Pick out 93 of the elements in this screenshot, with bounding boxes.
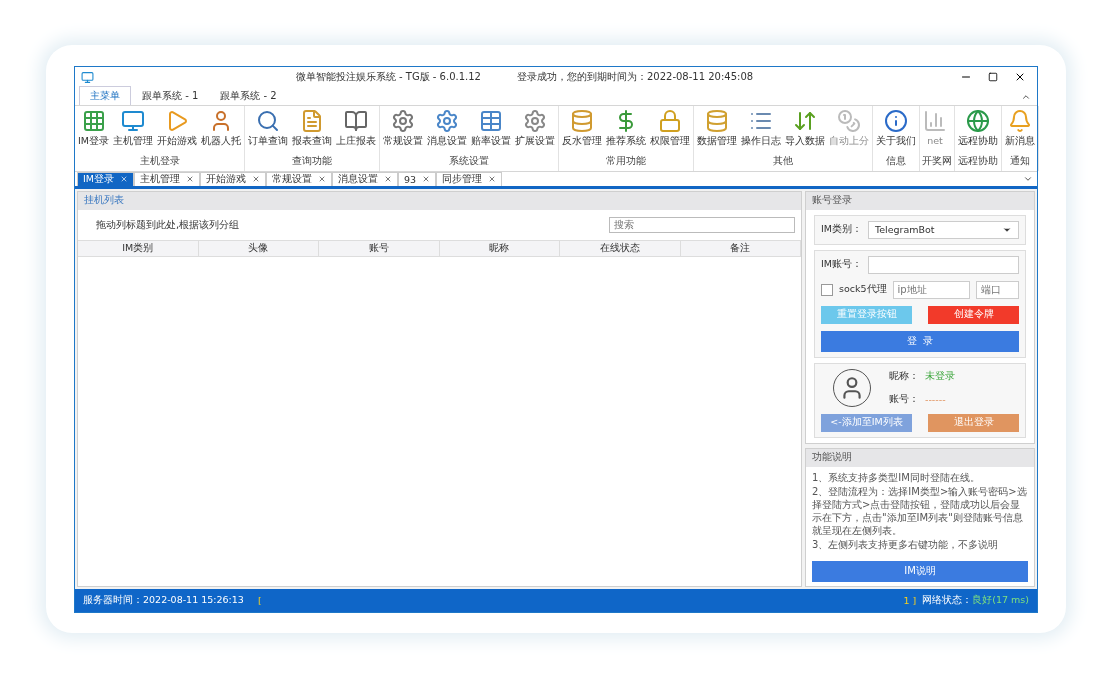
bracket-text: [ — [257, 594, 262, 606]
checkbox[interactable] — [821, 283, 833, 296]
globe-icon — [966, 108, 990, 133]
ribbon-button[interactable]: 赔率设置 — [470, 107, 512, 155]
app-logo-icon — [81, 70, 94, 84]
info-icon — [884, 108, 908, 133]
ribbon-button[interactable]: 推荐系统 — [605, 107, 647, 155]
ribbon-button[interactable]: 远程协助 — [957, 107, 999, 155]
ribbon-button[interactable]: 订单查询 — [247, 107, 289, 155]
database-icon — [570, 108, 594, 133]
ribbon-button[interactable]: 扩展设置 — [514, 107, 556, 155]
ribbon-button[interactable]: 关于我们 — [875, 107, 917, 155]
network-label: 网络状态： — [922, 593, 973, 607]
account-value: ------ — [925, 393, 946, 405]
nickname-value: 未登录 — [925, 369, 955, 383]
panel-header: 账号登录 — [806, 191, 1034, 210]
lock-icon — [658, 108, 682, 133]
column-header[interactable]: 昵称 — [439, 240, 560, 256]
column-header[interactable]: 头像 — [198, 240, 319, 256]
field-label: 昵称： — [889, 369, 919, 383]
document-icon — [300, 108, 324, 133]
port-field[interactable]: 端口 — [975, 280, 1019, 299]
panel-header: 功能说明 — [806, 448, 1034, 467]
ribbon-button[interactable]: 导入数据 — [784, 107, 826, 155]
ribbon-group-title: 远程协助 — [957, 154, 999, 168]
search-icon — [256, 108, 280, 133]
bell-icon — [1008, 108, 1032, 133]
network-value: 良好(17 ms) — [972, 593, 1029, 607]
checkbox-label: sock5代理 — [839, 283, 887, 296]
ribbon-button[interactable]: 报表查询 — [291, 107, 333, 155]
field-label: IM账号： — [821, 258, 862, 271]
ribbon-button[interactable]: 数据管理 — [696, 107, 738, 155]
settings-icon — [523, 108, 547, 133]
help-button[interactable]: IM说明 — [812, 560, 1028, 582]
server-time: 服务器时间：2022-08-11 15:26:13 — [83, 593, 244, 607]
close-icon[interactable] — [318, 175, 326, 183]
ribbon-group-title: 常用功能 — [605, 154, 647, 168]
account-field[interactable] — [868, 255, 1019, 274]
ribbon-button[interactable]: 开始游戏 — [156, 107, 198, 155]
ribbon-group-title: 主机登录 — [138, 154, 181, 168]
close-icon[interactable] — [422, 175, 431, 183]
help-text: 2、登陆流程为：选择IM类型>输入账号密码>选择登陆方式>点击登陆按钮，登陆成功以后会显示在下方，点击"添加至IM列表"则登陆账号信息就呈现在左侧列表。 — [812, 484, 1028, 537]
ribbon-group-title: 其他 — [772, 154, 794, 168]
column-header[interactable]: 备注 — [680, 240, 801, 256]
ribbon-button[interactable]: 常规设置 — [382, 107, 424, 155]
im-type-select[interactable]: TelegramBot — [868, 220, 1019, 239]
ribbon-button[interactable]: 主机管理 — [112, 107, 154, 155]
action-button[interactable]: 创建令牌 — [928, 305, 1019, 324]
column-header[interactable]: IM类别 — [78, 240, 199, 256]
ribbon-button[interactable]: 上庄报表 — [335, 107, 377, 155]
column-header[interactable]: 账号 — [319, 240, 440, 256]
monitor-icon — [121, 108, 145, 133]
ribbon-group-title: 系统设置 — [448, 154, 490, 168]
window-title: 微单智能投注娱乐系统 - TG版 - 6.0.1.12 — [295, 70, 481, 84]
ribbon-button[interactable]: 机器人托 — [200, 107, 242, 155]
group-hint: 拖动列标题到此处,根据该列分组 — [96, 217, 240, 232]
ribbon-button[interactable]: 新消息 — [1004, 107, 1036, 155]
ribbon-tab[interactable]: 跟单系统 - 1 — [131, 85, 210, 105]
ribbon-button[interactable]: 消息设置 — [426, 107, 468, 155]
close-icon[interactable] — [252, 175, 260, 183]
ribbon-button[interactable]: 权限管理 — [649, 107, 691, 155]
book-icon — [344, 108, 368, 133]
bar-chart-icon — [923, 108, 947, 133]
database-icon — [705, 108, 729, 133]
ribbon-group-title: 信息 — [885, 154, 907, 168]
table-icon — [479, 108, 503, 133]
ribbon-button[interactable]: 反水管理 — [561, 107, 603, 155]
grid-icon — [81, 108, 106, 133]
field-label: IM类别： — [821, 223, 862, 236]
field-label: 账号： — [889, 392, 919, 406]
ribbon-group-title: 开奖网 — [922, 154, 952, 168]
count-text: 1 ] — [903, 594, 917, 606]
login-button[interactable]: 登 录 — [821, 330, 1019, 352]
ribbon-group-title: 查询功能 — [291, 154, 333, 168]
close-icon[interactable] — [186, 175, 194, 183]
maximize-icon — [988, 72, 998, 82]
ribbon-group-title: 通知 — [1009, 154, 1031, 168]
close-icon[interactable] — [488, 175, 497, 183]
close-icon — [1014, 71, 1026, 83]
login-notice: 登录成功，您的到期时间为：2022-08-11 20:45:08 — [516, 70, 754, 84]
ribbon-tab[interactable]: 跟单系统 - 2 — [209, 85, 288, 105]
ribbon-button[interactable]: 操作日志 — [740, 107, 782, 155]
close-icon[interactable] — [384, 175, 392, 183]
search-field[interactable]: 搜索 — [609, 216, 795, 233]
settings-icon — [435, 108, 459, 133]
settings-icon — [391, 108, 415, 133]
help-text: 3、左侧列表支持更多右键功能，不多说明 — [812, 537, 1000, 551]
column-header[interactable]: 在线状态 — [560, 240, 681, 256]
ribbon-button[interactable]: IM登录 — [77, 107, 110, 155]
panel-header: 挂机列表 — [78, 191, 801, 210]
ip-field[interactable]: ip地址 — [892, 280, 970, 299]
help-text: 1、系统支持多类型IM同时登陆在线。 — [812, 470, 981, 484]
ribbon-tab[interactable]: 主菜单 — [79, 85, 131, 105]
